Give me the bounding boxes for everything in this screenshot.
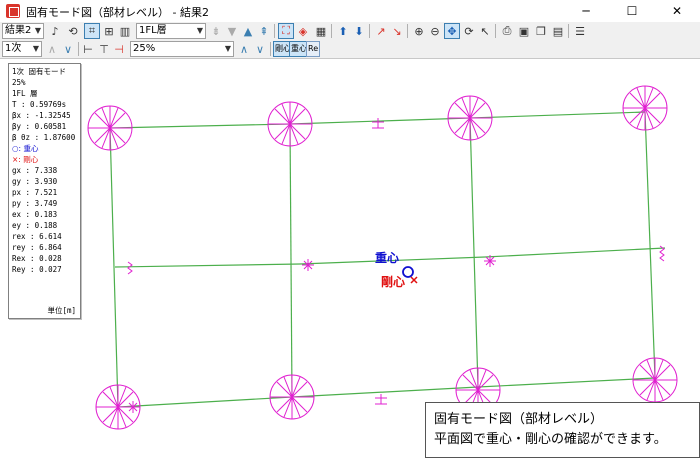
toolbar-secondary: 1次 ▼ ∧ ∨ ⊢ ⊤ ⊣ 25% ▼ ∧ ∨ 剛心 重心 Re xyxy=(0,40,700,59)
first-icon[interactable]: ⇟ xyxy=(208,23,224,39)
beam xyxy=(291,386,479,398)
frame-view-icon[interactable]: ⊞ xyxy=(101,23,117,39)
settings-icon[interactable]: ☰ xyxy=(572,23,588,39)
close-button[interactable]: ✕ xyxy=(654,0,700,22)
beam xyxy=(477,377,656,388)
info-ex: ex : 0.183 xyxy=(12,210,58,219)
info-beta-x: βx : -1.32545 xyxy=(12,111,71,120)
zoom-out-icon[interactable]: ⊖ xyxy=(427,23,443,39)
node-star xyxy=(127,401,139,413)
beam xyxy=(469,111,646,119)
floor-select[interactable]: 1FL層 ▼ xyxy=(136,23,206,39)
caption-line-1: 固有モード図（部材レベル） xyxy=(434,412,604,427)
mode-select[interactable]: 1次 ▼ xyxy=(2,41,42,57)
copy-icon[interactable]: ❐ xyxy=(533,23,549,39)
beam xyxy=(289,117,471,125)
mode-anim-icon[interactable]: ◈ xyxy=(295,23,311,39)
export-icon[interactable]: ▤ xyxy=(550,23,566,39)
up-icon[interactable]: ▲ xyxy=(240,23,256,39)
node-circle xyxy=(447,95,493,141)
pointer-icon[interactable]: ♪ xyxy=(47,23,63,39)
mode-info-panel: 1次 固有モード 25% 1FL 層 T : 0.59769s βx : -1.… xyxy=(8,63,81,319)
info-px: px : 7.521 xyxy=(12,188,58,197)
toolbar-main: 結果2 ▼ ♪ ⟲ ⌗ ⊞ ▥ 1FL層 ▼ ⇟ ▼ ▲ ⇞ ⛶ ◈ ▦ ⬆ ⬇ ↗… xyxy=(0,22,700,40)
info-mode: 1次 固有モード xyxy=(12,67,67,76)
scale-down-icon[interactable]: ∨ xyxy=(252,41,268,57)
select-arrow-icon[interactable]: ↖ xyxy=(477,23,493,39)
info-rex: rex : 6.614 xyxy=(12,232,62,241)
print-icon[interactable]: ⎙ xyxy=(499,23,515,39)
curve-a-icon[interactable]: ↗ xyxy=(373,23,389,39)
caption-box: 固有モード図（部材レベル） 平面図で重心・剛心の確認ができます。 xyxy=(425,402,700,458)
plan-canvas[interactable] xyxy=(0,59,700,458)
info-py: py : 3.749 xyxy=(12,199,58,208)
side-spring xyxy=(127,261,133,275)
fit-scale-icon[interactable]: ⊣ xyxy=(111,41,127,57)
caption-line-2: 平面図で重心・剛心の確認ができます。 xyxy=(434,432,667,447)
node-circle xyxy=(269,374,315,420)
curve-b-icon[interactable]: ↘ xyxy=(389,23,405,39)
title-bar: 固有モード図（部材レベル） - 結果2 ─ ☐ ✕ xyxy=(0,0,700,22)
re-toggle[interactable]: Re xyxy=(306,41,321,57)
info-rey: rey : 6.864 xyxy=(12,243,62,252)
plan-view-icon[interactable]: ⌗ xyxy=(84,23,100,39)
node-circle xyxy=(632,357,678,403)
rotate-icon[interactable]: ⟲ xyxy=(65,23,81,39)
arrow-up-icon[interactable]: ⬆ xyxy=(335,23,351,39)
info-beta-y: βy : 0.60581 xyxy=(12,122,67,131)
window-title: 固有モード図（部材レベル） - 結果2 xyxy=(26,6,209,19)
node-circle xyxy=(267,101,313,147)
info-scale: 25% xyxy=(12,78,26,87)
info-beta-theta: β θz : 1.87600 xyxy=(12,133,76,142)
pan-icon[interactable]: ✥ xyxy=(444,23,460,39)
scale-select[interactable]: 25% ▼ xyxy=(130,41,234,57)
axis-view-icon[interactable]: ▥ xyxy=(117,23,133,39)
beam xyxy=(484,247,666,258)
rigid-center-mark xyxy=(410,276,418,284)
column-line xyxy=(289,123,293,398)
info-Rey: Rey : 0.027 xyxy=(12,265,62,274)
scale-up-icon[interactable]: ∧ xyxy=(236,41,252,57)
node-star xyxy=(302,259,314,271)
zoom-in-icon[interactable]: ⊕ xyxy=(411,23,427,39)
prev-mode-icon[interactable]: ∧ xyxy=(44,41,60,57)
column-line xyxy=(469,117,479,388)
fit-height-icon[interactable]: ⊤ xyxy=(96,41,112,57)
minimize-button[interactable]: ─ xyxy=(563,0,609,22)
mode-view-icon[interactable]: ⛶ xyxy=(278,23,294,39)
preview-icon[interactable]: ▣ xyxy=(516,23,532,39)
legend-rigid: ×: 剛心 xyxy=(12,155,39,164)
app-icon xyxy=(6,4,20,18)
info-gx: gx : 7.338 xyxy=(12,166,58,175)
rigid-center-label: 剛心 xyxy=(381,275,406,289)
beam-marker xyxy=(372,118,384,129)
info-gy: gy : 3.930 xyxy=(12,177,58,186)
top-icon[interactable]: ⇞ xyxy=(256,23,272,39)
column-line xyxy=(644,111,656,379)
info-ey: ey : 0.188 xyxy=(12,221,58,230)
arrow-down-icon[interactable]: ⬇ xyxy=(351,23,367,39)
plan-drawing xyxy=(87,85,678,430)
node-circle xyxy=(87,105,133,151)
node-circle xyxy=(622,85,668,131)
beam xyxy=(117,396,293,408)
next-mode-icon[interactable]: ∨ xyxy=(60,41,76,57)
result-select[interactable]: 結果2 ▼ xyxy=(2,23,44,39)
gravity-center-label: 重心 xyxy=(375,251,400,265)
beam xyxy=(114,263,301,268)
down-icon[interactable]: ▼ xyxy=(224,23,240,39)
beam xyxy=(109,123,291,129)
legend-gravity: ○: 重心 xyxy=(12,144,39,153)
rotate-view-icon[interactable]: ⟳ xyxy=(461,23,477,39)
info-floor: 1FL 層 xyxy=(12,89,38,98)
info-Rex: Rex : 0.028 xyxy=(12,254,62,263)
info-period: T : 0.59769s xyxy=(12,100,67,109)
fit-width-icon[interactable]: ⊢ xyxy=(80,41,96,57)
maximize-button[interactable]: ☐ xyxy=(609,0,655,22)
beam-marker xyxy=(375,394,387,405)
table-icon[interactable]: ▦ xyxy=(313,23,329,39)
info-unit: 単位[m] xyxy=(47,306,76,315)
